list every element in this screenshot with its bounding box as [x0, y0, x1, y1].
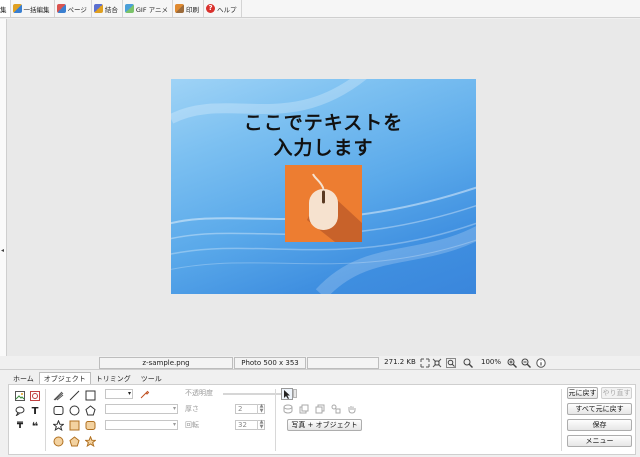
menu-item-print[interactable]: 印刷: [173, 0, 205, 17]
zoom-in-icon[interactable]: [507, 358, 517, 368]
fullscreen-icon[interactable]: [432, 358, 442, 368]
ribbon-separator: [561, 389, 562, 451]
menu-item-page[interactable]: ページ: [55, 0, 92, 17]
help-icon: ?: [206, 4, 216, 13]
page-icon: [56, 4, 66, 13]
save-button[interactable]: 保存: [567, 419, 632, 431]
thickness-label: 厚さ: [185, 405, 199, 413]
info-icon[interactable]: [536, 358, 546, 368]
text-tool-icon[interactable]: T: [30, 406, 40, 417]
undo-button[interactable]: 元に戻す: [567, 387, 598, 399]
group-icon[interactable]: [331, 404, 341, 414]
menu-item-batch-edit[interactable]: 一括編集: [11, 0, 55, 17]
chevron-down-icon: ▾: [127, 390, 131, 397]
mouse-graphic: [307, 173, 362, 242]
zoom-fit-icon[interactable]: [463, 358, 473, 368]
rotation-stepper-arrows[interactable]: ▲ ▼: [257, 420, 265, 430]
star-tool-icon[interactable]: [53, 420, 64, 431]
rotation-label: 回転: [185, 421, 199, 429]
ribbon-separator: [275, 389, 276, 451]
quote-icon[interactable]: ❝: [30, 420, 40, 433]
status-filesize: 271.2 KB: [384, 358, 416, 366]
status-dimensions: Photo 500 x 353: [234, 357, 306, 369]
top-menu-bar: 集 一括編集 ページ 結合 GIF アニメ 印刷 ? ヘルプ: [0, 0, 640, 18]
redo-button[interactable]: やり直す: [601, 387, 632, 399]
filled-rounded-rect-tool-icon[interactable]: [85, 420, 96, 431]
menu-item-edit[interactable]: 集: [0, 0, 11, 17]
photo-plus-object-button[interactable]: 写真 + オブジェクト: [287, 419, 362, 431]
headline-line-1: ここでテキストを: [243, 112, 404, 134]
speech-bubble-icon[interactable]: [15, 406, 25, 416]
send-backward-icon[interactable]: [315, 404, 325, 414]
status-filename: z-sample.png: [99, 357, 233, 369]
actual-size-icon[interactable]: [446, 358, 456, 368]
menu-button[interactable]: メニュー: [567, 435, 632, 447]
opacity-label: 不透明度: [185, 389, 213, 397]
print-icon: [175, 4, 185, 13]
layer-icon[interactable]: [283, 404, 293, 414]
filled-pentagon-tool-icon[interactable]: [69, 436, 80, 447]
combine-icon: [93, 4, 103, 13]
line-color-select[interactable]: ▾: [105, 389, 133, 399]
menu-item-gif-anime-label: GIF アニメ: [135, 5, 169, 14]
collapse-arrow-icon: ◂: [1, 247, 5, 254]
photo-canvas[interactable]: ここでテキストを 入力します: [171, 79, 476, 294]
status-empty-field: [307, 357, 379, 369]
fill-style-select[interactable]: ▾: [105, 404, 178, 414]
filled-rect-tool-icon[interactable]: [69, 420, 80, 431]
gif-anime-icon: [124, 4, 134, 13]
zoom-out-icon[interactable]: [521, 358, 531, 368]
circle-tool-icon[interactable]: [69, 405, 80, 416]
hand-icon[interactable]: [347, 404, 357, 414]
menu-item-print-label: 印刷: [186, 5, 200, 14]
bring-forward-icon[interactable]: [299, 404, 309, 414]
chevron-down-icon: ▾: [172, 405, 176, 412]
opacity-slider-handle[interactable]: [293, 389, 297, 398]
menu-item-help-label: ヘルプ: [217, 5, 237, 14]
text-style-icon[interactable]: ₸: [15, 421, 25, 431]
rectangle-tool-icon[interactable]: [85, 390, 96, 401]
line-tool-icon[interactable]: [69, 390, 80, 401]
menu-item-combine[interactable]: 結合: [92, 0, 123, 17]
zoom-level: 100%: [481, 358, 502, 366]
filled-star-tool-icon[interactable]: [85, 436, 96, 447]
menu-item-gif-anime[interactable]: GIF アニメ: [123, 0, 174, 17]
headline-line-2: 入力します: [273, 137, 374, 159]
eyedropper-icon[interactable]: [140, 389, 150, 399]
undo-all-button[interactable]: すべて元に戻す: [567, 403, 632, 415]
photo-headline[interactable]: ここでテキストを 入力します: [171, 111, 476, 161]
ribbon-separator: [45, 389, 46, 451]
menu-item-edit-label: 集: [0, 5, 7, 14]
select-cursor-icon[interactable]: [281, 388, 293, 400]
rounded-rect-tool-icon[interactable]: [53, 405, 64, 416]
filled-circle-tool-icon[interactable]: [53, 436, 64, 447]
side-panel-grip[interactable]: ◂: [0, 19, 7, 356]
mosaic-icon[interactable]: [30, 391, 40, 401]
status-bar: z-sample.png Photo 500 x 353 271.2 KB 10…: [0, 356, 640, 370]
chevron-down-icon: ▾: [172, 421, 176, 428]
brush-icon[interactable]: [53, 390, 64, 401]
object-ribbon: T ₸ ❝ ▾ ▾ ▾ 不透明度 厚さ 2 ▲ ▼ 回転 32 ▲ ▼ 写真 +…: [8, 384, 636, 455]
batch-edit-icon: [12, 4, 22, 13]
menu-item-page-label: ページ: [67, 5, 87, 14]
line-style-select[interactable]: ▾: [105, 420, 178, 430]
photo-editor-window: 集 一括編集 ページ 結合 GIF アニメ 印刷 ? ヘルプ ◂ ここでテキスト…: [0, 0, 640, 457]
thickness-stepper-arrows[interactable]: ▲ ▼: [257, 404, 265, 414]
menu-item-combine-label: 結合: [104, 5, 118, 14]
fit-icon[interactable]: [420, 358, 430, 368]
mouse-icon[interactable]: [285, 165, 362, 242]
image-icon[interactable]: [15, 391, 25, 401]
menu-item-batch-edit-label: 一括編集: [23, 5, 50, 14]
menu-item-help[interactable]: ? ヘルプ: [204, 0, 242, 17]
pentagon-tool-icon[interactable]: [85, 405, 96, 416]
